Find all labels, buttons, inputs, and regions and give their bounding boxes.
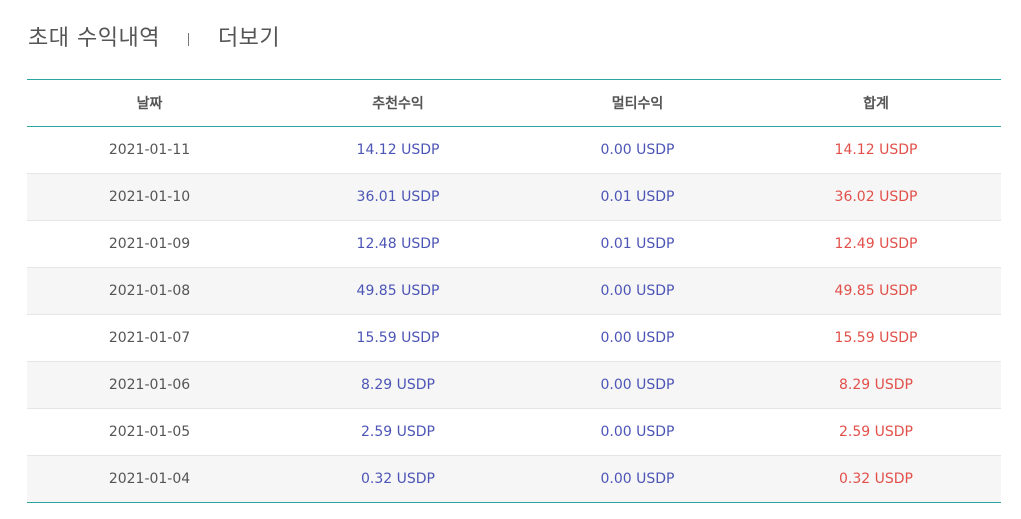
multi-cell: 0.00 USDP	[524, 455, 751, 503]
total-cell: 15.59 USDP	[751, 314, 1001, 362]
multi-cell: 0.00 USDP	[524, 361, 751, 409]
total-cell: 12.49 USDP	[751, 220, 1001, 268]
date-cell: 2021-01-09	[27, 220, 272, 268]
total-cell: 14.12 USDP	[751, 126, 1001, 174]
earnings-panel: 초대 수익내역 더보기 날짜 추천수익 멀티수익 합계 2021-01-11 1…	[0, 0, 1021, 519]
referral-cell: 15.59 USDP	[272, 314, 524, 362]
referral-cell: 36.01 USDP	[272, 173, 524, 221]
column-header-date: 날짜	[27, 79, 272, 127]
referral-cell: 0.32 USDP	[272, 455, 524, 503]
date-cell: 2021-01-04	[27, 455, 272, 503]
referral-cell: 12.48 USDP	[272, 220, 524, 268]
referral-cell: 49.85 USDP	[272, 267, 524, 315]
multi-cell: 0.00 USDP	[524, 267, 751, 315]
total-cell: 49.85 USDP	[751, 267, 1001, 315]
page-title: 초대 수익내역	[28, 26, 160, 51]
header-row: 날짜 추천수익 멀티수익 합계	[27, 79, 1001, 127]
header-divider	[187, 32, 189, 46]
table-body: 2021-01-11 14.12 USDP 0.00 USDP 14.12 US…	[27, 126, 1001, 503]
total-cell: 8.29 USDP	[751, 361, 1001, 409]
referral-cell: 14.12 USDP	[272, 126, 524, 174]
table-header: 날짜 추천수익 멀티수익 합계	[27, 79, 1001, 127]
referral-cell: 8.29 USDP	[272, 361, 524, 409]
more-link[interactable]: 더보기	[218, 20, 280, 52]
multi-cell: 0.00 USDP	[524, 314, 751, 362]
table-row: 2021-01-04 0.32 USDP 0.00 USDP 0.32 USDP	[27, 455, 1001, 503]
date-cell: 2021-01-05	[27, 408, 272, 456]
total-cell: 36.02 USDP	[751, 173, 1001, 221]
column-header-referral: 추천수익	[272, 79, 524, 127]
referral-cell: 2.59 USDP	[272, 408, 524, 456]
table-row: 2021-01-09 12.48 USDP 0.01 USDP 12.49 US…	[27, 220, 1001, 268]
date-cell: 2021-01-11	[27, 126, 272, 174]
table-row: 2021-01-10 36.01 USDP 0.01 USDP 36.02 US…	[27, 173, 1001, 221]
earnings-table: 날짜 추천수익 멀티수익 합계 2021-01-11 14.12 USDP 0.…	[27, 79, 1001, 503]
total-cell: 0.32 USDP	[751, 455, 1001, 503]
multi-cell: 0.00 USDP	[524, 408, 751, 456]
column-header-multi: 멀티수익	[524, 79, 751, 127]
table-row: 2021-01-07 15.59 USDP 0.00 USDP 15.59 US…	[27, 314, 1001, 362]
multi-cell: 0.01 USDP	[524, 220, 751, 268]
table-row: 2021-01-11 14.12 USDP 0.00 USDP 14.12 US…	[27, 126, 1001, 174]
total-cell: 2.59 USDP	[751, 408, 1001, 456]
date-cell: 2021-01-10	[27, 173, 272, 221]
table-row: 2021-01-08 49.85 USDP 0.00 USDP 49.85 US…	[27, 267, 1001, 315]
date-cell: 2021-01-06	[27, 361, 272, 409]
date-cell: 2021-01-08	[27, 267, 272, 315]
table-row: 2021-01-05 2.59 USDP 0.00 USDP 2.59 USDP	[27, 408, 1001, 456]
table-row: 2021-01-06 8.29 USDP 0.00 USDP 8.29 USDP	[27, 361, 1001, 409]
column-header-total: 합계	[751, 79, 1001, 127]
date-cell: 2021-01-07	[27, 314, 272, 362]
section-header: 초대 수익내역 더보기	[28, 20, 280, 52]
multi-cell: 0.00 USDP	[524, 126, 751, 174]
multi-cell: 0.01 USDP	[524, 173, 751, 221]
